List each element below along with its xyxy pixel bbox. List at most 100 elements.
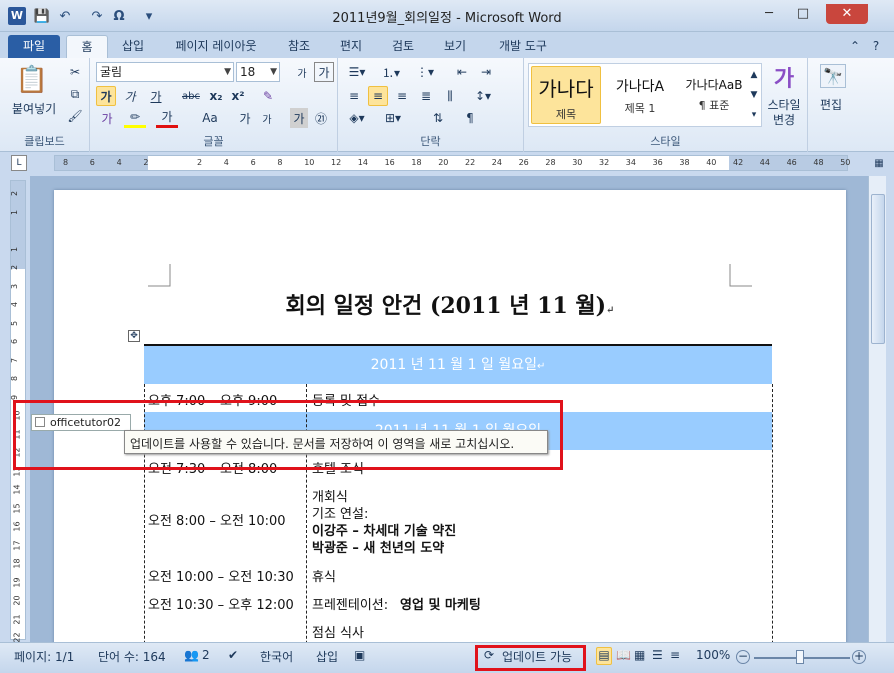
table-row-time[interactable]: 오전 10:30 – 오후 12:00 [148, 594, 294, 613]
change-styles-icon[interactable]: 가 [766, 62, 802, 92]
superscript-button[interactable]: x² [228, 86, 248, 106]
subscript-button[interactable]: x₂ [206, 86, 226, 106]
tab-selector-icon[interactable]: L [11, 155, 27, 171]
zoom-slider-thumb[interactable] [796, 650, 804, 664]
text-effect-icon[interactable]: 가 [96, 108, 118, 128]
paste-icon[interactable]: 📋 [14, 62, 50, 98]
distribute-icon[interactable]: ⫼ [440, 86, 460, 106]
editing-button[interactable]: 편집 [820, 96, 842, 113]
binoculars-icon[interactable]: 🔭 [820, 64, 846, 88]
grow-font-icon[interactable]: 가 [294, 62, 310, 82]
strikethrough-button[interactable]: abc [178, 86, 204, 106]
clear-format-icon[interactable]: 가 [314, 62, 334, 82]
italic-button[interactable]: 가 [120, 86, 140, 106]
ribbon-minimize-icon[interactable]: ⌃ [846, 35, 864, 58]
status-page[interactable]: 페이지: 1/1 [14, 648, 74, 665]
zoom-out-icon[interactable]: − [736, 650, 750, 664]
gallery-down-icon[interactable]: ▼ [747, 86, 761, 104]
status-insert-mode[interactable]: 삽입 [316, 648, 338, 665]
minimize-button[interactable]: ─ [756, 4, 782, 24]
increase-indent-icon[interactable]: ⇥ [476, 62, 496, 82]
update-available-icon[interactable]: ⟳ [484, 648, 494, 662]
zoom-level[interactable]: 100% [696, 648, 730, 662]
multilevel-list-icon[interactable]: ⋮▾ [412, 62, 438, 82]
change-case-button[interactable]: Aa [198, 108, 222, 128]
copy-icon[interactable]: ⧉ [66, 84, 84, 104]
scrollbar-thumb[interactable] [871, 194, 885, 344]
full-screen-reading-icon[interactable]: 📖 [616, 648, 631, 662]
maximize-button[interactable]: □ [790, 4, 816, 24]
bold-button[interactable]: 가 [96, 86, 116, 106]
shrink-font-button[interactable]: 가 [258, 108, 276, 128]
cut-icon[interactable]: ✂ [66, 62, 84, 82]
shading-icon[interactable]: ◈▾ [344, 108, 370, 128]
table-move-handle-icon[interactable]: ✥ [128, 330, 140, 342]
justify-icon[interactable]: ≣ [416, 86, 436, 106]
tab-file[interactable]: 파일 [8, 35, 60, 58]
close-button[interactable]: ✕ [826, 4, 868, 24]
enclose-char-icon[interactable]: ㉑ [312, 108, 330, 128]
numbering-icon[interactable]: ⒈▾ [378, 62, 404, 82]
decrease-indent-icon[interactable]: ⇤ [452, 62, 472, 82]
highlight-icon[interactable]: ✏ [124, 108, 146, 128]
draft-icon[interactable]: ≡ [670, 648, 680, 662]
sort-icon[interactable]: ⇅ [428, 108, 448, 128]
update-available-button[interactable]: 업데이트 가능 [502, 648, 572, 665]
tab-view[interactable]: 보기 [438, 35, 472, 58]
table-row-time[interactable]: 오전 8:00 – 오전 10:00 [148, 510, 286, 529]
tab-mailings[interactable]: 편지 [334, 35, 368, 58]
font-name-select[interactable]: 굴림 ▼ [96, 62, 234, 82]
horizontal-ruler[interactable]: 8 6 4 2 2 4 6 8 10 12 14 16 18 20 22 24 26 28 30 32 34 36 38 40… [54, 155, 850, 171]
align-left-icon[interactable]: ≡ [344, 86, 364, 106]
line-spacing-icon[interactable]: ↕▾ [470, 86, 496, 106]
outline-icon[interactable]: ☰ [652, 648, 663, 662]
paste-button[interactable]: 붙여넣기 [12, 100, 56, 117]
char-shading-icon[interactable]: 가 [290, 108, 308, 128]
macro-icon[interactable]: ▣ [354, 648, 365, 662]
tab-page-layout[interactable]: 페이지 레이아웃 [168, 35, 264, 58]
presentation-topic[interactable]: 영업 및 마케팅 [400, 594, 481, 613]
font-color-icon[interactable]: 가 [156, 108, 178, 128]
tab-review[interactable]: 검토 [386, 35, 420, 58]
tab-developer[interactable]: 개발 도구 [490, 35, 556, 58]
proofing-icon[interactable]: ✔ [228, 648, 238, 662]
gallery-up-icon[interactable]: ▲ [747, 66, 761, 84]
table-row-time[interactable]: 오전 10:00 – 오전 10:30 [148, 566, 294, 585]
align-center-icon[interactable]: ≡ [368, 86, 388, 106]
status-language[interactable]: 한국어 [260, 648, 293, 665]
authors-icon[interactable]: 👥 [184, 648, 199, 662]
print-layout-icon[interactable]: ▤ [596, 647, 612, 665]
day-band-1[interactable]: 2011 년 11 월 1 일 월요일↵ [144, 346, 772, 384]
show-marks-icon[interactable]: ¶ [460, 108, 480, 128]
table-row-desc[interactable]: 점심 식사 [312, 622, 364, 641]
web-layout-icon[interactable]: ▦ [634, 648, 645, 662]
change-styles-button[interactable]: 스타일 변경 [764, 98, 804, 128]
font-size-select[interactable]: 18 ▼ [236, 62, 280, 82]
view-ruler-icon[interactable]: ▦ [872, 155, 886, 171]
zoom-in-icon[interactable]: + [852, 650, 866, 664]
tab-references[interactable]: 참조 [282, 35, 316, 58]
vertical-scrollbar[interactable] [868, 176, 886, 642]
tab-home[interactable]: 홈 [66, 35, 108, 58]
format-painter-icon[interactable]: 🖌 [66, 106, 84, 126]
tab-insert[interactable]: 삽입 [116, 35, 150, 58]
table-row-desc[interactable]: 휴식 [312, 566, 336, 585]
status-authors[interactable]: 2 [202, 648, 210, 662]
style-normal[interactable]: 가나다AaB ¶ 표준 [679, 66, 749, 124]
style-heading1[interactable]: 가나다A 제목 1 [605, 66, 675, 124]
help-icon[interactable]: ? [866, 35, 886, 58]
text-effects-icon[interactable]: ✎ [258, 86, 278, 106]
table-row-desc[interactable]: 프레젠테이션: [312, 594, 388, 613]
underline-button[interactable]: 가 [146, 86, 166, 106]
document-title[interactable]: 회의 일정 안건 (2011 년 11 월)↵ [54, 288, 846, 320]
grow-font-button[interactable]: 가 [236, 108, 254, 128]
status-word-count[interactable]: 단어 수: 164 [98, 648, 166, 665]
gallery-more-icon[interactable]: ▾ [747, 106, 761, 124]
align-right-icon[interactable]: ≡ [392, 86, 412, 106]
bullets-icon[interactable]: ☰▾ [344, 62, 370, 82]
style-name: 제목 [555, 108, 577, 121]
keynote-speaker-2[interactable]: 박광준 – 새 천년의 도약 [312, 537, 444, 556]
style-title[interactable]: 가나다 제목 [531, 66, 601, 124]
borders-icon[interactable]: ⊞▾ [380, 108, 406, 128]
coauthor-user-chip[interactable]: officetutor02 [31, 414, 131, 431]
